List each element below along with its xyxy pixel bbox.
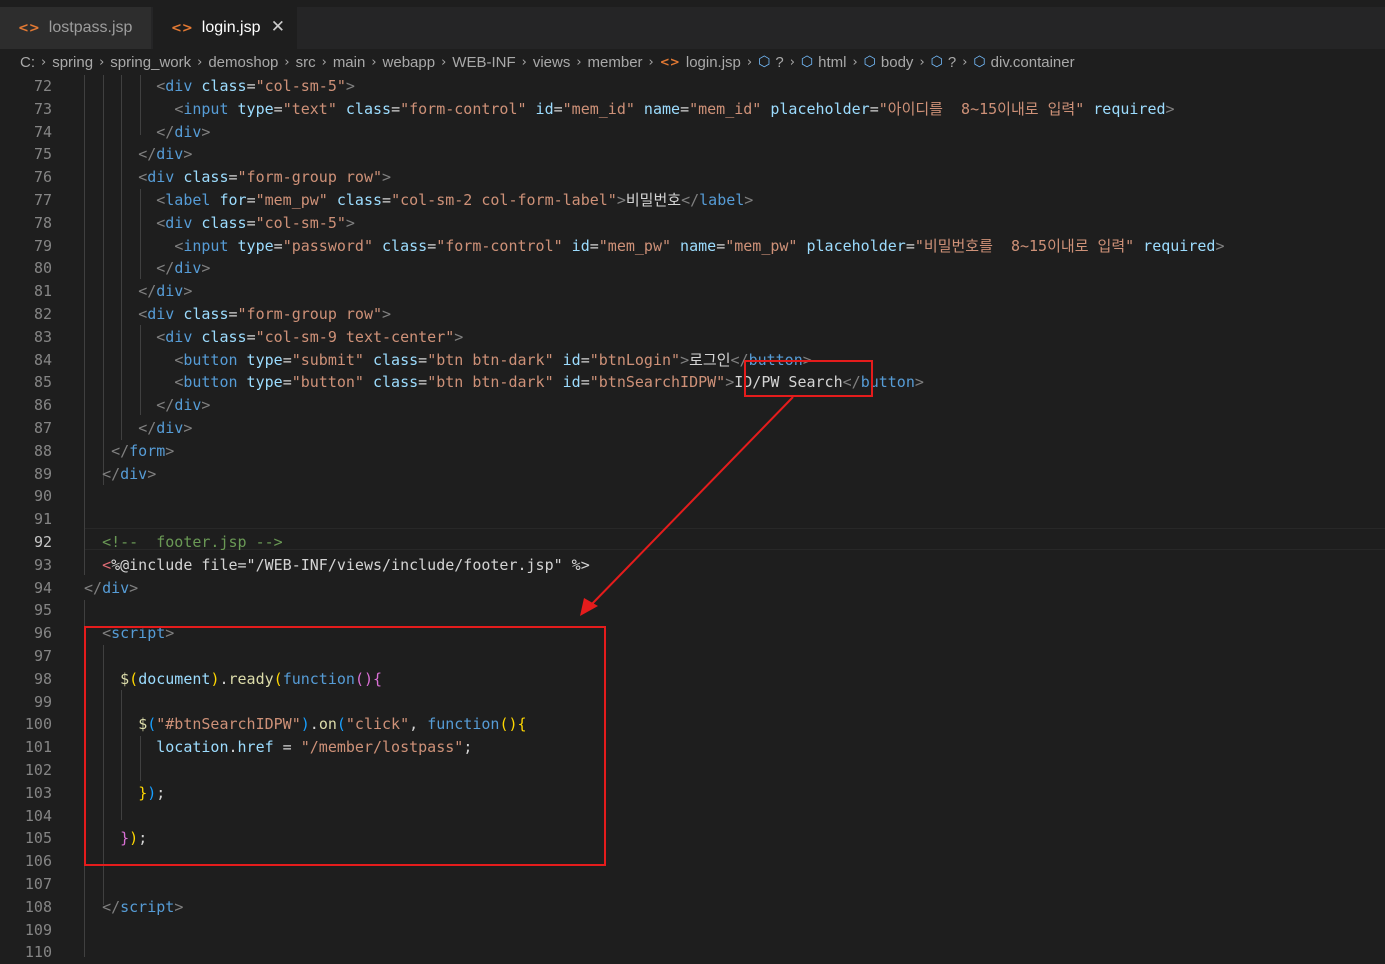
annotation-arrow-line — [589, 396, 794, 607]
annotation-arrow — [580, 396, 794, 616]
